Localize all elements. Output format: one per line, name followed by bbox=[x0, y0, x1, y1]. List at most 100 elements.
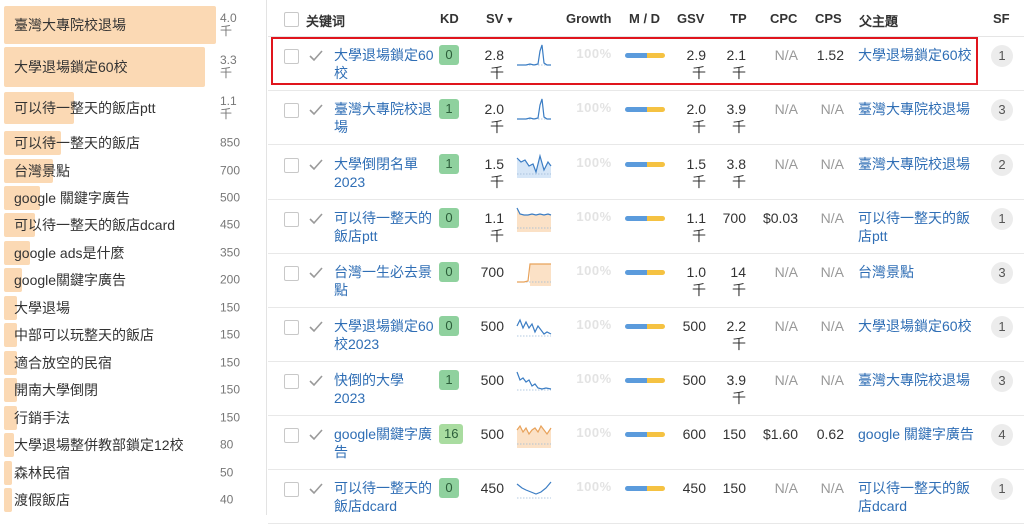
keyword-list-item[interactable]: 臺灣大專院校退場 4.0 千 bbox=[4, 6, 262, 44]
sf-badge[interactable]: 1 bbox=[991, 208, 1013, 230]
header-cps[interactable]: CPS bbox=[815, 11, 842, 26]
keyword-link[interactable]: 可以待一整天的飯店ptt bbox=[334, 209, 434, 245]
cpc-value: N/A bbox=[774, 372, 798, 388]
sf-badge[interactable]: 1 bbox=[991, 45, 1013, 67]
keyword-link[interactable]: 大學倒閉名單2023 bbox=[334, 155, 434, 191]
parent-topic-link[interactable]: 可以待一整天的飯店dcard bbox=[858, 479, 978, 515]
header-kd[interactable]: KD bbox=[440, 11, 459, 26]
parent-topic-link[interactable]: 臺灣大專院校退場 bbox=[858, 371, 978, 389]
header-gsv[interactable]: GSV bbox=[677, 11, 704, 26]
table-row[interactable]: 可以待一整天的飯店ptt 0 1.1 千 100% 1.1 千 700 $0.03 N/A 可以… bbox=[268, 200, 1024, 254]
md-bar bbox=[625, 270, 665, 275]
table-row[interactable]: 大學退場鎖定60校2023 0 500 100% 500 2.2 千 N/A N/A 大學退場鎖… bbox=[268, 308, 1024, 362]
keyword-list-item[interactable]: 大學退場鎖定60校 3.3 千 bbox=[4, 47, 262, 87]
keyword-list-volume: 150 bbox=[220, 410, 241, 425]
parent-topic-link[interactable]: 可以待一整天的飯店ptt bbox=[858, 209, 978, 245]
keyword-list-label: 適合放空的民宿 bbox=[14, 355, 112, 371]
keyword-list-item[interactable]: 渡假飯店 40 bbox=[4, 488, 262, 512]
parent-topic-link[interactable]: 台灣景點 bbox=[858, 263, 978, 281]
keyword-link[interactable]: 大學退場鎖定60校2023 bbox=[334, 317, 434, 353]
select-all-checkbox[interactable] bbox=[284, 12, 299, 27]
parent-topic-link[interactable]: 大學退場鎖定60校 bbox=[858, 317, 978, 335]
row-checkbox[interactable] bbox=[284, 428, 299, 443]
keyword-list-item[interactable]: 行銷手法 150 bbox=[4, 406, 262, 430]
check-icon[interactable] bbox=[308, 103, 324, 117]
keyword-list-item[interactable]: 中部可以玩整天的飯店 150 bbox=[4, 323, 262, 347]
keyword-list-item[interactable]: google關鍵字廣告 200 bbox=[4, 268, 262, 292]
table-row[interactable]: 大學倒閉名單2023 1 1.5 千 100% 1.5 千 3.8 千 N/A N/A 臺灣大專… bbox=[268, 146, 1024, 200]
check-icon[interactable] bbox=[308, 428, 324, 442]
check-icon[interactable] bbox=[308, 158, 324, 172]
sf-badge[interactable]: 4 bbox=[991, 424, 1013, 446]
keyword-list-item[interactable]: 可以待一整天的飯店 850 bbox=[4, 131, 262, 155]
trend-sparkline[interactable] bbox=[516, 260, 552, 286]
header-cpc[interactable]: CPC bbox=[770, 11, 797, 26]
header-tp[interactable]: TP bbox=[730, 11, 747, 26]
trend-sparkline[interactable] bbox=[516, 97, 552, 123]
sv-value: 1.1 千 bbox=[484, 210, 504, 244]
header-parent-topic[interactable]: 父主題 bbox=[859, 11, 898, 30]
keyword-link[interactable]: 臺灣大專院校退場 bbox=[334, 100, 434, 136]
header-sf[interactable]: SF bbox=[993, 11, 1010, 26]
gsv-value: 450 bbox=[682, 480, 706, 496]
trend-sparkline[interactable] bbox=[516, 476, 552, 502]
table-row[interactable]: 台灣一生必去景點 0 700 100% 1.0 千 14 千 N/A N/A 台灣景點 3 bbox=[268, 254, 1024, 308]
growth-value: 100% bbox=[576, 371, 612, 386]
parent-topic-link[interactable]: 臺灣大專院校退場 bbox=[858, 100, 978, 118]
keyword-list-item[interactable]: 大學退場 150 bbox=[4, 296, 262, 320]
keyword-list-item[interactable]: 可以待一整天的飯店dcard 450 bbox=[4, 213, 262, 237]
table-row[interactable]: google關鍵字廣告 16 500 100% 600 150 $1.60 0.62 googl… bbox=[268, 416, 1024, 470]
keyword-list-item[interactable]: 森林民宿 50 bbox=[4, 461, 262, 485]
parent-topic-link[interactable]: google 關鍵字廣告 bbox=[858, 425, 978, 443]
keyword-link[interactable]: google關鍵字廣告 bbox=[334, 425, 434, 461]
row-checkbox[interactable] bbox=[284, 158, 299, 173]
sf-badge[interactable]: 3 bbox=[991, 99, 1013, 121]
check-icon[interactable] bbox=[308, 482, 324, 496]
row-checkbox[interactable] bbox=[284, 320, 299, 335]
header-growth[interactable]: Growth bbox=[566, 11, 612, 26]
trend-sparkline[interactable] bbox=[516, 206, 552, 232]
row-checkbox[interactable] bbox=[284, 212, 299, 227]
table-row[interactable]: 快倒的大學2023 1 500 100% 500 3.9 千 N/A N/A 臺灣大專院校退場 3 bbox=[268, 362, 1024, 416]
keyword-list-item[interactable]: 開南大學倒閉 150 bbox=[4, 378, 262, 402]
cps-value: N/A bbox=[820, 318, 844, 334]
check-icon[interactable] bbox=[308, 374, 324, 388]
keyword-list-label: 開南大學倒閉 bbox=[14, 382, 98, 398]
keyword-link[interactable]: 可以待一整天的飯店dcard bbox=[334, 479, 434, 515]
trend-sparkline[interactable] bbox=[516, 152, 552, 178]
sf-badge[interactable]: 3 bbox=[991, 262, 1013, 284]
keyword-list-item[interactable]: google 關鍵字廣告 500 bbox=[4, 186, 262, 210]
keyword-link[interactable]: 台灣一生必去景點 bbox=[334, 263, 434, 299]
row-checkbox[interactable] bbox=[284, 374, 299, 389]
keyword-list-item[interactable]: 可以待一整天的飯店ptt 1.1 千 bbox=[4, 92, 262, 124]
kd-badge: 0 bbox=[439, 316, 459, 336]
check-icon[interactable] bbox=[308, 266, 324, 280]
keyword-list-item[interactable]: 大學退場整併教部鎖定12校 80 bbox=[4, 433, 262, 457]
header-keyword[interactable]: 关键词 bbox=[306, 11, 345, 30]
keyword-link[interactable]: 快倒的大學2023 bbox=[334, 371, 434, 407]
keyword-list-label: 中部可以玩整天的飯店 bbox=[14, 327, 154, 343]
sf-badge[interactable]: 3 bbox=[991, 370, 1013, 392]
keyword-list-item[interactable]: 適合放空的民宿 150 bbox=[4, 351, 262, 375]
sf-badge[interactable]: 1 bbox=[991, 316, 1013, 338]
row-checkbox[interactable] bbox=[284, 482, 299, 497]
md-bar bbox=[625, 216, 665, 221]
sf-badge[interactable]: 1 bbox=[991, 478, 1013, 500]
sf-badge[interactable]: 2 bbox=[991, 154, 1013, 176]
check-icon[interactable] bbox=[308, 320, 324, 334]
keyword-list-item[interactable]: google ads是什麼 350 bbox=[4, 241, 262, 265]
table-row[interactable]: 可以待一整天的飯店dcard 0 450 100% 450 150 N/A N/A 可以待一整天… bbox=[268, 470, 1024, 524]
row-checkbox[interactable] bbox=[284, 266, 299, 281]
keyword-list-item[interactable]: 台灣景點 700 bbox=[4, 159, 262, 183]
parent-topic-link[interactable]: 臺灣大專院校退場 bbox=[858, 155, 978, 173]
header-md[interactable]: M / D bbox=[629, 11, 660, 26]
keyword-list-label: 可以待一整天的飯店ptt bbox=[14, 100, 156, 116]
table-row[interactable]: 臺灣大專院校退場 1 2.0 千 100% 2.0 千 3.9 千 N/A N/A 臺灣大專院校… bbox=[268, 91, 1024, 145]
row-checkbox[interactable] bbox=[284, 103, 299, 118]
trend-sparkline[interactable] bbox=[516, 368, 552, 394]
check-icon[interactable] bbox=[308, 212, 324, 226]
header-sv[interactable]: SV ▼ bbox=[486, 11, 514, 26]
trend-sparkline[interactable] bbox=[516, 314, 552, 340]
trend-sparkline[interactable] bbox=[516, 422, 552, 448]
keyword-list-volume: 40 bbox=[220, 492, 234, 507]
